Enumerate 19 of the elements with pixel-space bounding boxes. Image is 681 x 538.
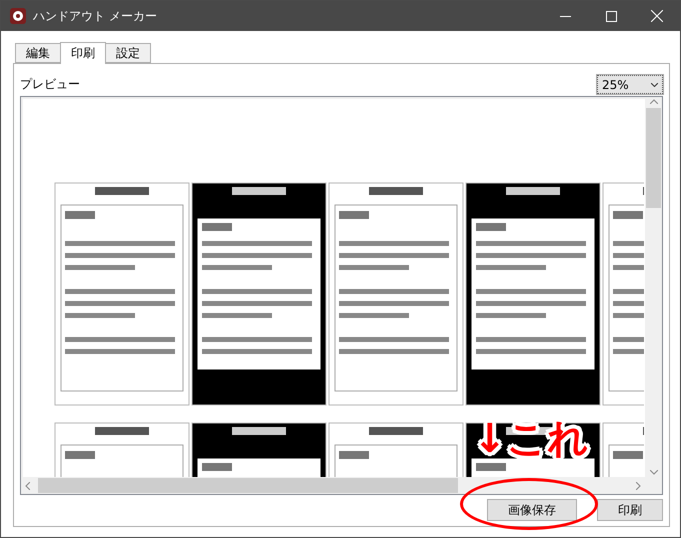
chevron-up-icon[interactable] [650,99,658,104]
tab[interactable]: 設定 [105,43,151,63]
zoom-dropdown[interactable]: 25% [597,75,663,94]
preview-label: プレビュー [20,76,80,93]
chevron-down-icon[interactable] [650,470,658,475]
chevron-down-icon [651,82,658,86]
window-title: ハンドアウト メーカー [33,8,157,24]
app-logo-icon [9,7,27,25]
action-button[interactable]: 印刷 [597,499,663,521]
tab[interactable]: 印刷 [60,42,106,64]
maximize-icon [606,10,616,22]
close-icon [651,10,663,22]
chevron-left-icon[interactable] [25,482,30,490]
action-button[interactable]: 画像保存 [487,499,577,521]
chevron-right-icon[interactable] [636,482,641,490]
scrollbar-thumb[interactable] [646,108,661,208]
vertical-scrollbar[interactable] [645,97,662,477]
tab[interactable]: 編集 [15,43,61,63]
scrollbar-thumb[interactable] [38,478,458,493]
